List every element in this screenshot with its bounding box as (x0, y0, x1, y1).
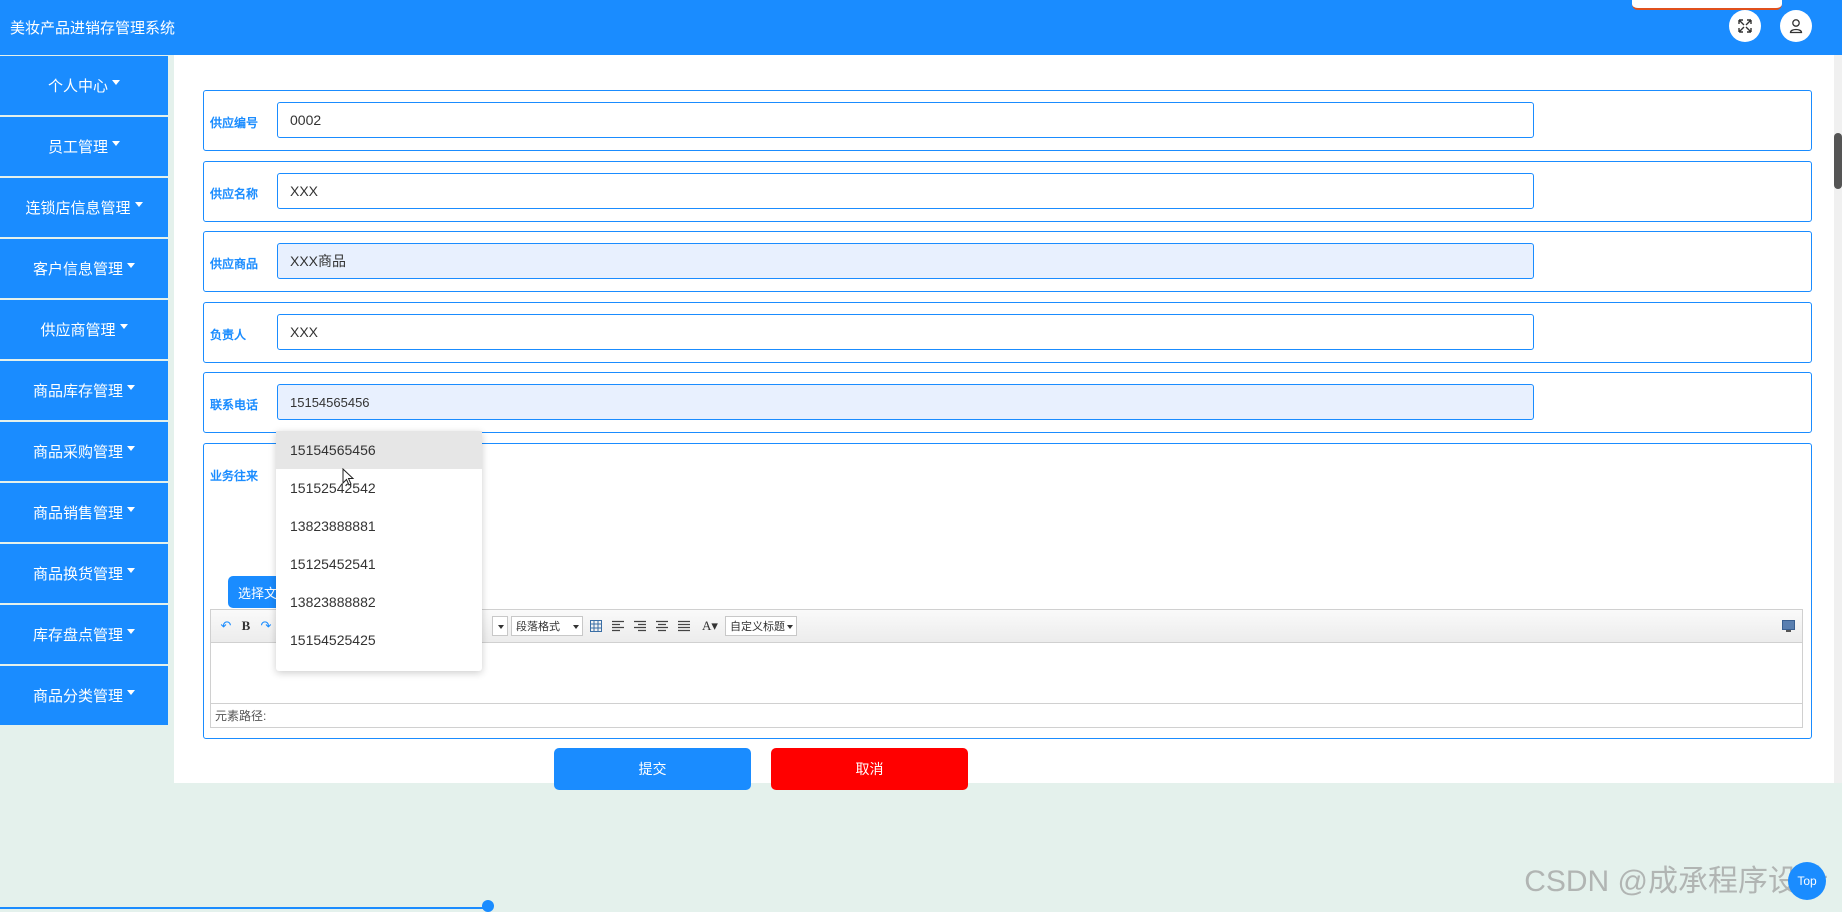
paragraph-format-select[interactable]: 段落格式 (511, 616, 583, 636)
sidebar-item-label: 商品销售管理 (32, 505, 123, 522)
sidebar-item-stocktaking[interactable]: 库存盘点管理 (0, 605, 168, 664)
supply-name-label: 供应名称 (210, 187, 259, 201)
sidebar-item-label: 供应商管理 (40, 322, 116, 339)
undo-icon[interactable]: ↶ (219, 616, 233, 636)
element-path-bar: 元素路径: (211, 703, 1802, 727)
font-color-icon[interactable]: A▾ (699, 616, 721, 636)
submit-button[interactable]: 提交 (554, 748, 751, 790)
sidebar-item-label: 商品换货管理 (32, 566, 123, 583)
align-center-icon[interactable] (655, 616, 669, 636)
chevron-down-icon (134, 202, 143, 207)
sidebar-item-label: 商品库存管理 (32, 383, 123, 400)
form-row-phone: 联系电话 (203, 372, 1812, 433)
chevron-down-icon (127, 568, 135, 573)
sidebar-item-label: 客户信息管理 (32, 261, 123, 278)
form-row-contact-person: 负责人 (203, 302, 1812, 363)
back-to-top-button[interactable]: Top (1788, 862, 1826, 900)
autocomplete-option[interactable]: 13823888881 (276, 507, 482, 545)
align-left-icon[interactable] (611, 616, 625, 636)
bottom-progress-line (0, 907, 488, 909)
form-row-supply-id: 供应编号 (203, 90, 1812, 151)
top-bar: 美妆产品进销存管理系统 (0, 0, 1842, 55)
supply-id-input[interactable] (277, 102, 1534, 138)
sidebar-item-categories[interactable]: 商品分类管理 (0, 666, 168, 725)
sidebar-item-customers[interactable]: 客户信息管理 (0, 239, 168, 298)
autocomplete-option[interactable]: 15152542542 (276, 469, 482, 507)
sidebar-item-label: 商品采购管理 (32, 444, 123, 461)
supply-goods-label: 供应商品 (210, 257, 259, 271)
chevron-down-icon (127, 263, 135, 268)
main-panel: 供应编号 供应名称 供应商品 负责人 联系电话 业务往来 选择文 ↶ B ↷ 段… (174, 55, 1842, 790)
chevron-down-icon (127, 446, 135, 451)
sidebar-item-label: 员工管理 (47, 139, 108, 156)
expand-arrows-icon (1738, 19, 1752, 33)
sidebar-item-staff[interactable]: 员工管理 (0, 117, 168, 176)
form-row-supply-name: 供应名称 (203, 161, 1812, 222)
sidebar-item-label: 连锁店信息管理 (25, 200, 131, 217)
chevron-down-icon (112, 80, 120, 85)
user-icon[interactable] (1780, 10, 1812, 42)
redo-icon[interactable]: ↷ (259, 616, 273, 636)
chevron-down-icon (119, 324, 128, 329)
app-title: 美妆产品进销存管理系统 (10, 20, 176, 37)
watermark-text: CSDN @成承程序设计 (1524, 865, 1828, 898)
preview-icon[interactable] (1781, 616, 1795, 636)
autocomplete-option[interactable]: 15125452541 (276, 545, 482, 583)
sidebar-item-personal-center[interactable]: 个人中心 (0, 56, 168, 115)
sidebar-item-chain-stores[interactable]: 连锁店信息管理 (0, 178, 168, 237)
chevron-down-icon (112, 141, 120, 146)
sidebar-item-purchasing[interactable]: 商品采购管理 (0, 422, 168, 481)
chevron-down-icon (127, 507, 135, 512)
sidebar-item-inventory[interactable]: 商品库存管理 (0, 361, 168, 420)
sidebar-item-sales[interactable]: 商品销售管理 (0, 483, 168, 542)
mouse-cursor-icon (342, 468, 355, 486)
chevron-down-icon (127, 629, 135, 634)
business-label: 业务往来 (210, 469, 259, 483)
autocomplete-option[interactable]: 15154525425 (276, 621, 482, 659)
contact-person-input[interactable] (277, 314, 1534, 350)
autocomplete-option[interactable]: 13823888882 (276, 583, 482, 621)
chevron-down-icon (127, 385, 135, 390)
phone-label: 联系电话 (210, 398, 259, 412)
sidebar-item-label: 库存盘点管理 (32, 627, 123, 644)
sidebar-item-label: 个人中心 (47, 78, 108, 95)
sidebar-item-label: 商品分类管理 (32, 688, 123, 705)
phone-autocomplete-dropdown: 15154565456 15152542542 13823888881 1512… (276, 431, 482, 671)
phone-input[interactable] (277, 384, 1534, 420)
chevron-down-icon (127, 690, 135, 695)
font-size-select[interactable] (492, 616, 508, 636)
table-icon[interactable] (589, 616, 603, 636)
custom-title-select[interactable]: 自定义标题 (725, 616, 797, 636)
supply-goods-input[interactable] (277, 243, 1534, 279)
scrollbar-thumb[interactable] (1834, 133, 1842, 189)
form-row-supply-goods: 供应商品 (203, 231, 1812, 292)
browser-extension-badge (1632, 0, 1782, 10)
bold-icon[interactable]: B (239, 616, 253, 636)
sidebar-item-suppliers[interactable]: 供应商管理 (0, 300, 168, 359)
align-right-icon[interactable] (633, 616, 647, 636)
page-scrollbar[interactable] (1834, 55, 1842, 783)
autocomplete-option[interactable]: 15154565456 (276, 431, 482, 469)
sidebar: 个人中心 员工管理 连锁店信息管理 客户信息管理 供应商管理 商品库存管理 商品… (0, 56, 168, 727)
contact-person-label: 负责人 (210, 328, 247, 342)
sidebar-item-exchange[interactable]: 商品换货管理 (0, 544, 168, 603)
align-justify-icon[interactable] (677, 616, 691, 636)
fullscreen-icon[interactable] (1729, 10, 1761, 42)
person-icon (1789, 19, 1803, 34)
supply-id-label: 供应编号 (210, 116, 259, 130)
cancel-button[interactable]: 取消 (771, 748, 968, 790)
bottom-progress-handle[interactable] (482, 900, 494, 912)
supply-name-input[interactable] (277, 173, 1534, 209)
